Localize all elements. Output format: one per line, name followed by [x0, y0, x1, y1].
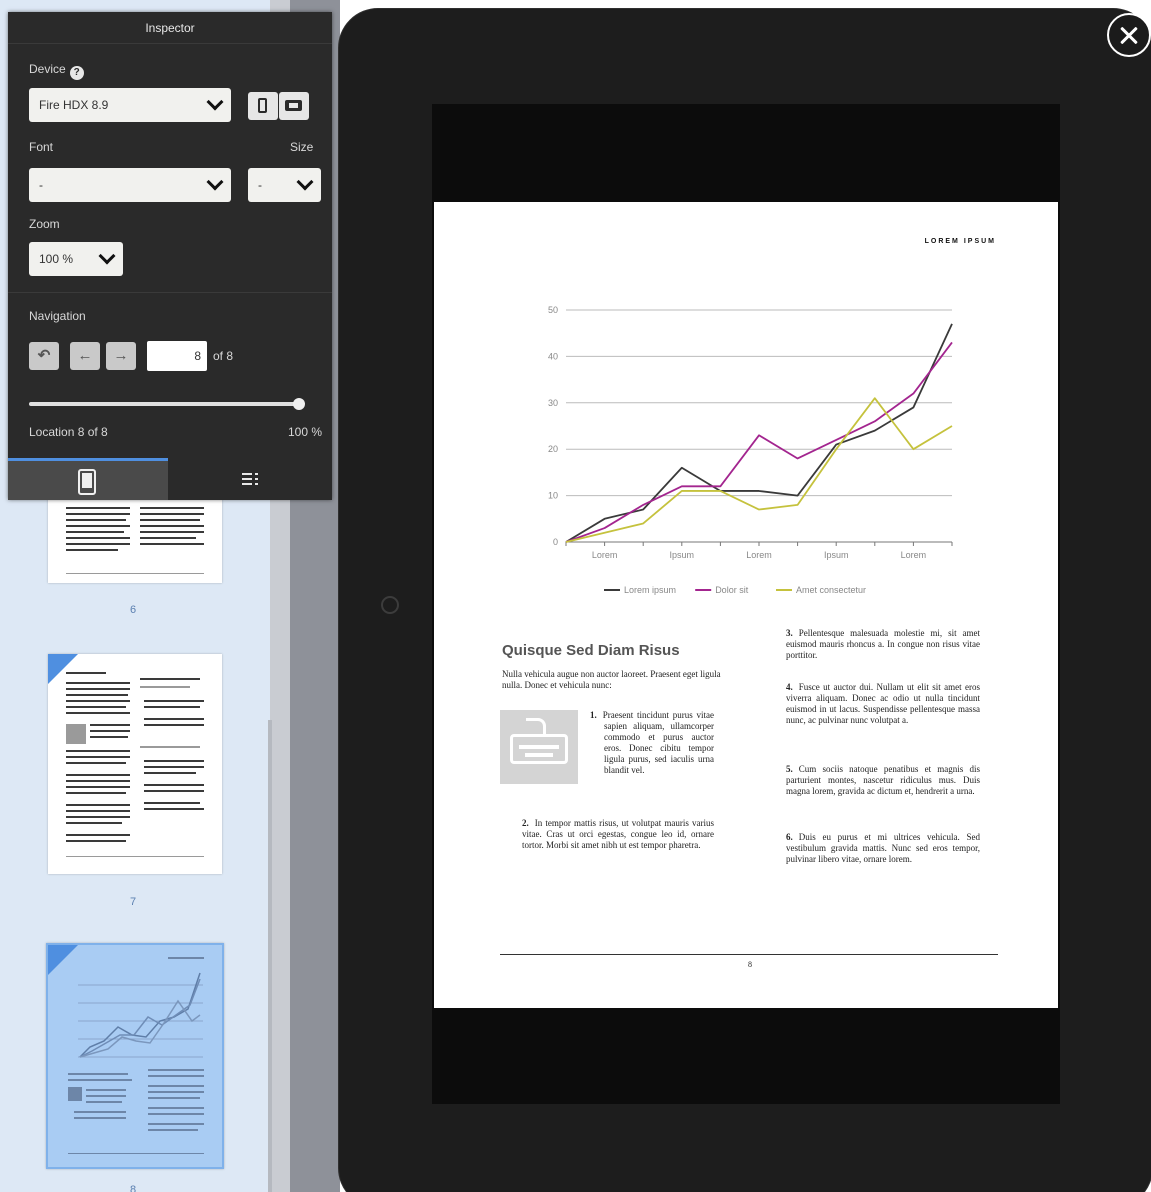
zoom-select[interactable]: 100 %	[29, 242, 123, 276]
line-chart: 0 10 20 30 40 50 Lorem Ipsum Lorem Ipsum Lorem Lore…	[548, 305, 953, 595]
book-page[interactable]: LOREM IPSUM 0 10 20 30 40 50 Lorem Ipsum Lorem Ip…	[434, 202, 1058, 1008]
legend-label: Lorem ipsum	[624, 585, 676, 595]
list-item-number: 4.	[786, 682, 793, 692]
y-tick-label: 50	[548, 305, 558, 315]
tablet-icon	[78, 469, 96, 495]
running-head: LOREM IPSUM	[924, 238, 996, 245]
orientation-toggle	[248, 92, 310, 120]
chevron-down-icon	[98, 247, 116, 265]
series-line	[565, 341, 953, 543]
list-item-text: Cum sociis natoque penatibus et magnis d…	[786, 764, 980, 796]
previous-page-button[interactable]: ←	[70, 342, 100, 370]
section-heading: Quisque Sed Diam Risus	[502, 642, 680, 659]
navigation-label: Navigation	[29, 309, 86, 323]
chevron-down-icon	[206, 173, 224, 191]
page-count-label: of 8	[213, 349, 234, 363]
list-item-1: 1. Praesent tincidunt purus vitae sapien …	[590, 710, 714, 776]
thumbnail-label-6: 6	[129, 604, 137, 616]
font-select-value: -	[39, 178, 43, 192]
y-tick-label: 10	[548, 491, 558, 501]
list-item-text: Pellentesque malesuada molestie mi, sit …	[786, 628, 980, 660]
device-label-row: Device?	[29, 62, 84, 80]
size-label: Size	[290, 140, 314, 154]
list-item-5: 5. Cum sociis natoque penatibus et magnis…	[786, 764, 980, 797]
close-button[interactable]	[1107, 13, 1151, 57]
section-divider	[8, 292, 332, 293]
y-tick-label: 0	[553, 537, 558, 547]
tab-table-of-contents[interactable]	[168, 458, 332, 500]
arrow-left-icon: ←	[77, 347, 93, 364]
page-number: 8	[748, 960, 752, 969]
zoom-label: Zoom	[29, 217, 60, 231]
y-tick-label: 30	[548, 398, 558, 408]
undo-icon: ↶	[37, 347, 51, 364]
list-item-text: Praesent tincidunt purus vitae sapien al…	[602, 710, 714, 775]
tab-device-preview[interactable]	[8, 458, 168, 500]
location-slider-track[interactable]	[29, 402, 299, 406]
landscape-button[interactable]	[279, 92, 309, 120]
legend-label: Amet consectetur	[796, 585, 866, 595]
location-label: Location 8 of 8	[29, 425, 108, 439]
list-item-number: 5.	[786, 764, 793, 774]
list-icon	[242, 473, 258, 485]
inspector-tabs	[8, 458, 332, 500]
x-tick-label: Lorem	[592, 550, 618, 560]
x-tick-label: Ipsum	[824, 550, 849, 560]
device-select[interactable]: Fire HDX 8.9	[29, 88, 231, 122]
screen-root: 6 7 8 LOREM IPSUM 0 10 20 30 40 50 Lorem…	[0, 0, 1151, 1192]
chevron-down-icon	[296, 173, 314, 191]
thumbnail-chart	[78, 972, 203, 1058]
x-tick-label: Ipsum	[670, 550, 695, 560]
undo-button[interactable]: ↶	[29, 342, 59, 370]
legend-label: Dolor sit	[715, 585, 749, 595]
thumbnail-page-8[interactable]	[46, 943, 224, 1169]
list-item-text: In tempor mattis risus, ut volutpat maur…	[522, 818, 714, 850]
chevron-down-icon	[206, 93, 224, 111]
inspector-title: Inspector	[8, 12, 332, 44]
list-item-number: 1.	[590, 710, 597, 720]
page-number-input[interactable]: 8	[147, 341, 207, 371]
y-tick-label: 20	[548, 444, 558, 454]
list-item-number: 2.	[522, 818, 529, 828]
keyboard-image	[500, 710, 578, 784]
size-select[interactable]: -	[248, 168, 321, 202]
zoom-select-value: 100 %	[39, 252, 74, 266]
portrait-button[interactable]	[248, 92, 278, 120]
progress-percent: 100 %	[287, 425, 322, 439]
device-camera	[381, 596, 399, 614]
list-item-number: 6.	[786, 832, 793, 842]
thumbnail-label-7: 7	[129, 896, 137, 908]
list-item-3: 3. Pellentesque malesuada molestie mi, si…	[786, 628, 980, 661]
list-item-4: 4. Fusce ut auctor dui. Nullam ut elit si…	[786, 682, 980, 726]
location-slider-handle[interactable]	[293, 398, 305, 410]
font-select[interactable]: -	[29, 168, 231, 202]
list-item-2: 2. In tempor mattis risus, ut volutpat ma…	[522, 818, 714, 851]
thumbnail-page-7[interactable]	[48, 654, 222, 874]
intro-paragraph: Nulla vehicula augue non auctor laoreet.…	[502, 669, 721, 690]
device-select-value: Fire HDX 8.9	[39, 98, 109, 112]
x-tick-label: Lorem	[901, 550, 927, 560]
x-tick-label: Lorem	[746, 550, 772, 560]
help-icon[interactable]: ?	[69, 66, 84, 80]
footer-rule	[500, 954, 998, 955]
device-label: Device	[29, 62, 66, 76]
list-item-text: Duis eu purus et mi ultrices vehicula. S…	[786, 832, 980, 864]
list-item-6: 6. Duis eu purus et mi ultrices vehicula.…	[786, 832, 980, 865]
list-item-text: Fusce ut auctor dui. Nullam ut elit sit …	[786, 682, 980, 725]
y-tick-label: 40	[548, 351, 558, 361]
thumbnail-scrollbar[interactable]	[268, 720, 272, 1192]
thumbnail-corner-fold	[48, 654, 78, 684]
size-select-value: -	[258, 178, 262, 192]
thumbnail-label-8: 8	[129, 1184, 137, 1192]
inspector-panel: Inspector Device? Fire HDX 8.9 Font Size…	[8, 12, 332, 500]
font-label: Font	[29, 140, 54, 154]
next-page-button[interactable]: →	[106, 342, 136, 370]
landscape-icon	[285, 100, 302, 111]
portrait-icon	[258, 98, 267, 113]
list-item-number: 3.	[786, 628, 793, 638]
arrow-right-icon: →	[113, 347, 129, 364]
